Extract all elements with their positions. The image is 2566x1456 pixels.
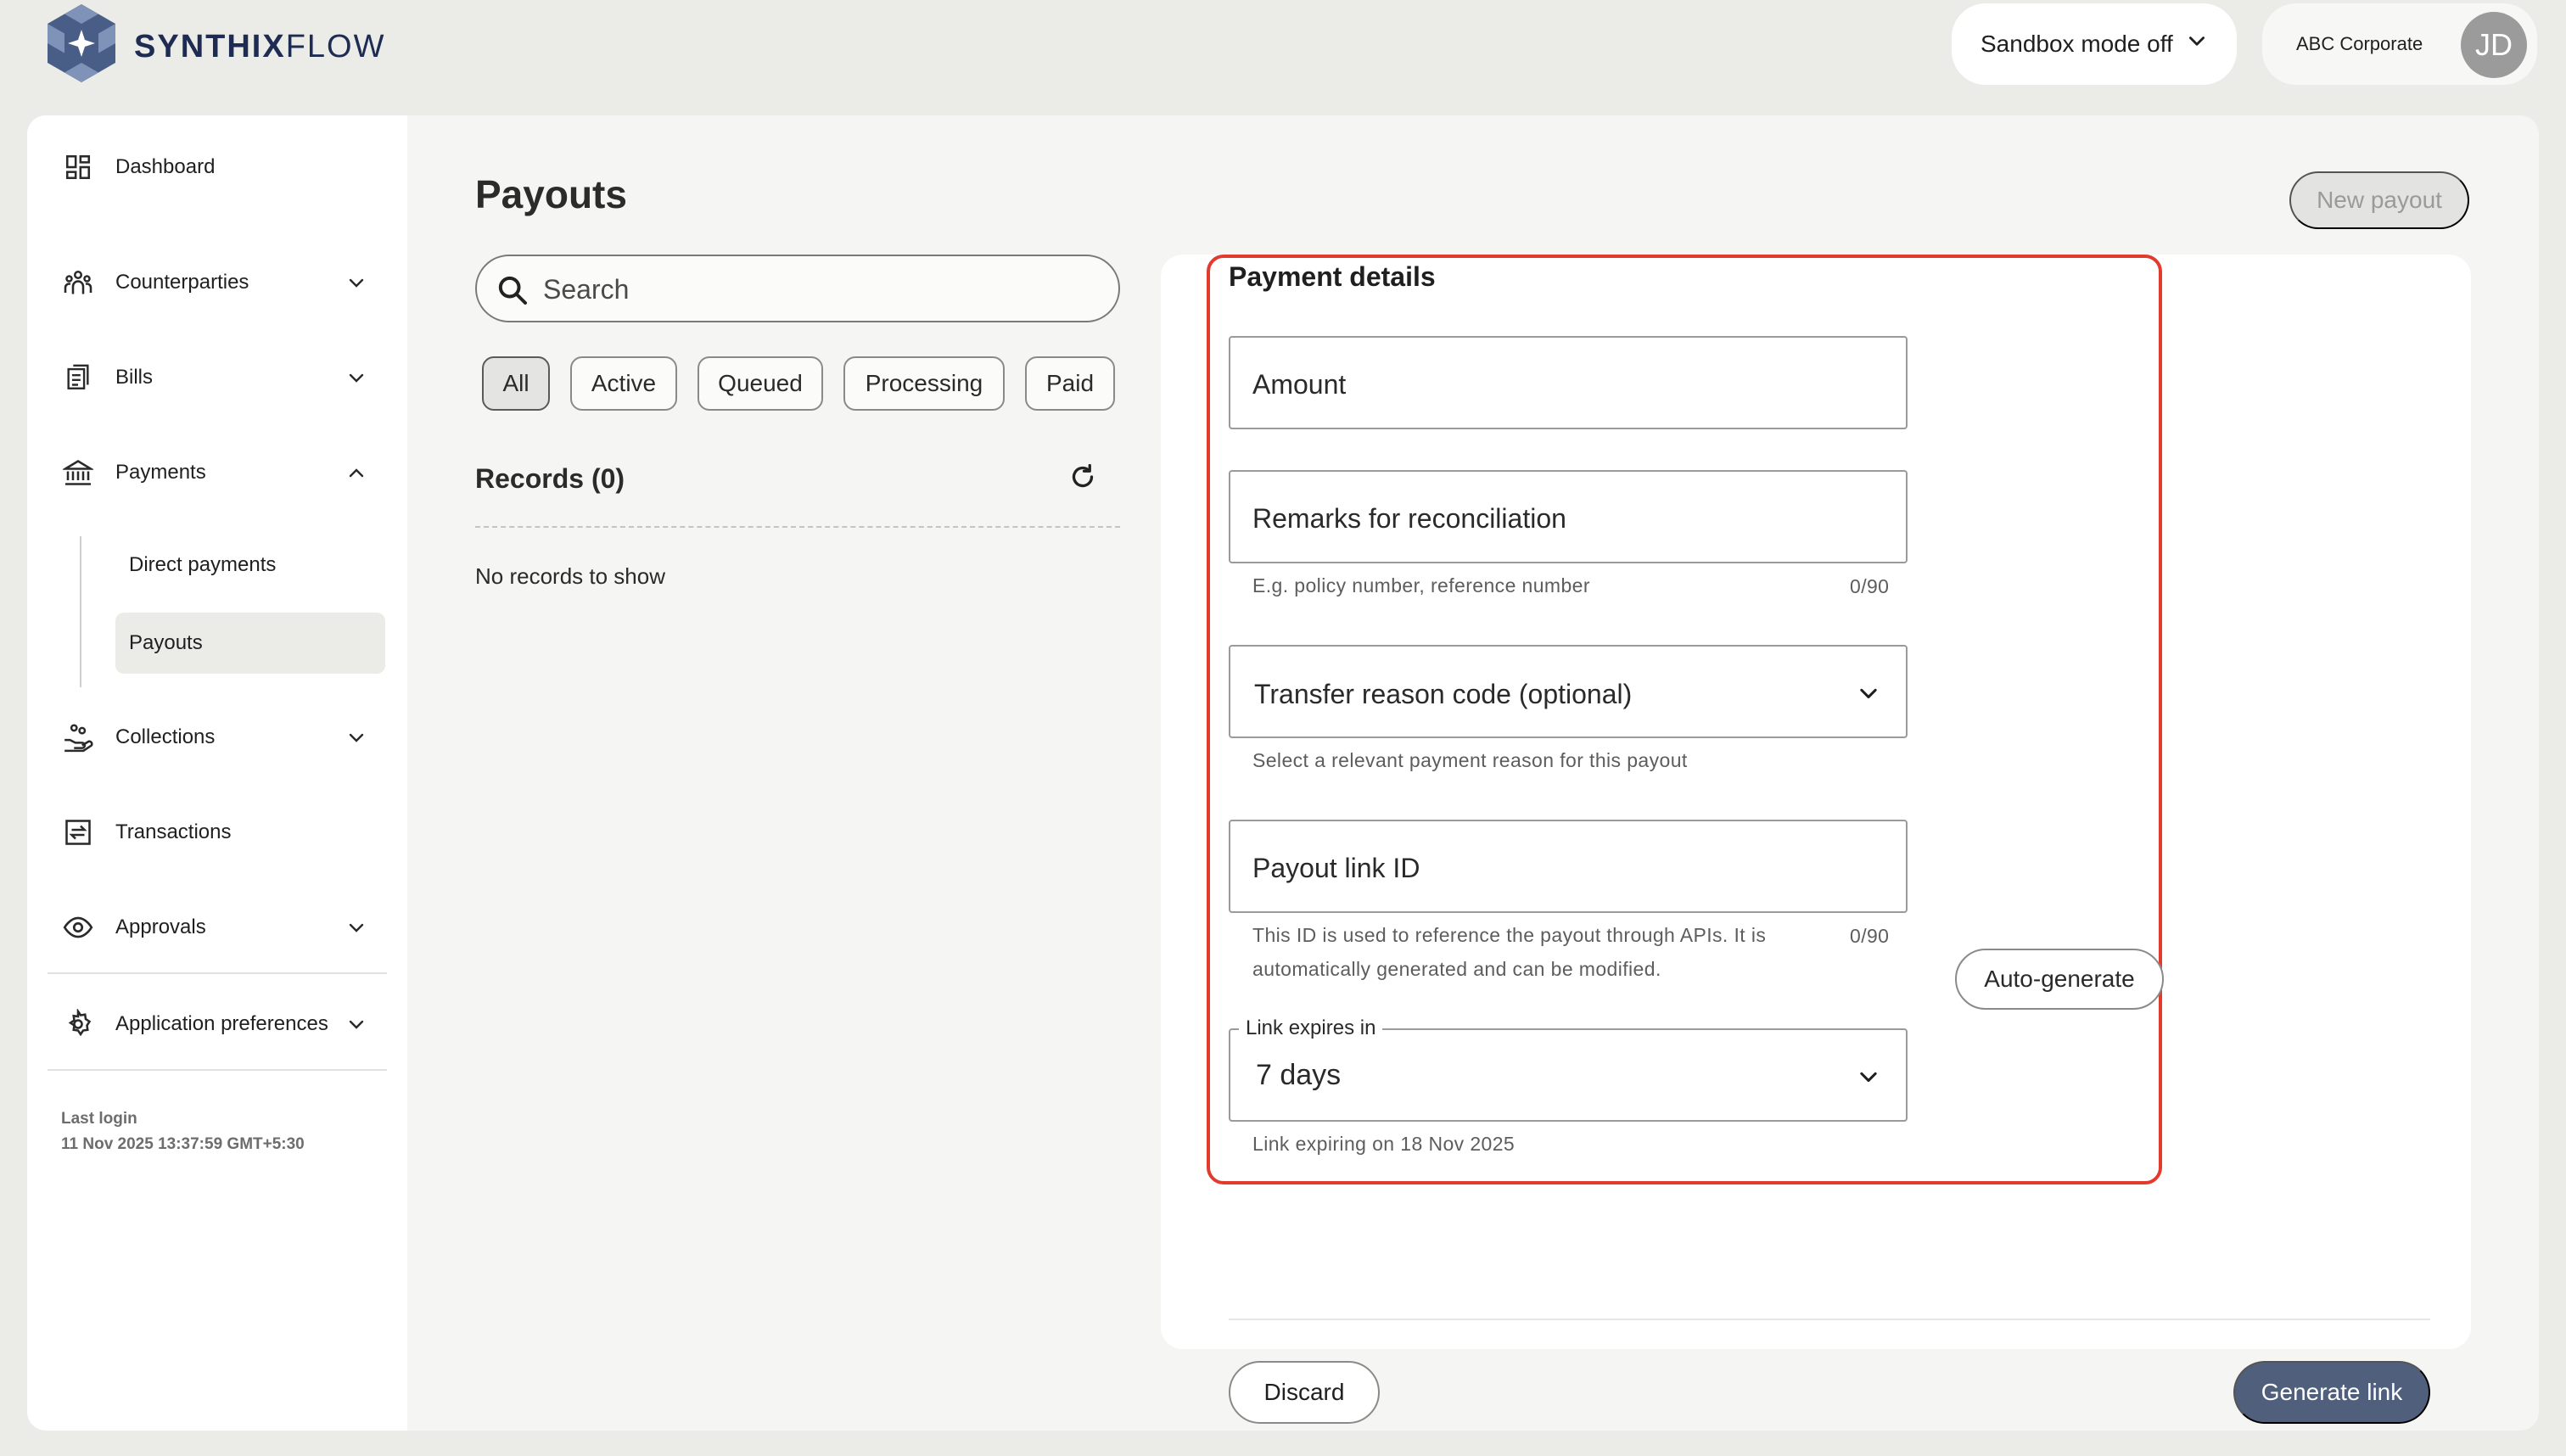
new-payout-button[interactable]: New payout <box>2289 171 2469 229</box>
payout-link-char-counter: 0/90 <box>1850 925 1890 947</box>
sidebar-divider <box>48 972 387 974</box>
sidebar-subitem-label: Direct payments <box>129 553 277 576</box>
transfer-reason-select[interactable]: Transfer reason code (optional) <box>1229 645 1908 738</box>
link-expiry-label: Link expires in <box>1239 1016 1383 1040</box>
account-name: ABC Corporate <box>2296 33 2423 54</box>
settings-gear-icon <box>61 1007 95 1041</box>
search-input[interactable] <box>543 268 1086 311</box>
sidebar-item-application-preferences[interactable]: Application preferences <box>27 994 407 1054</box>
last-login-info: Last login 11 Nov 2025 13:37:59 GMT+5:30 <box>61 1106 305 1157</box>
link-expiry-helper-text: Link expiring on 18 Nov 2025 <box>1252 1133 1516 1155</box>
helper-line: automatically generated and can be modif… <box>1252 958 1661 980</box>
sidebar-item-label: Payments <box>115 461 206 484</box>
sidebar-item-bills[interactable]: Bills <box>27 348 407 407</box>
payout-link-helper-text: This ID is used to reference the payout … <box>1252 918 1766 986</box>
sidebar-item-direct-payments[interactable]: Direct payments <box>115 535 385 596</box>
sidebar-subitem-label: Payouts <box>129 631 203 654</box>
amount-field[interactable] <box>1229 336 1908 429</box>
filter-chip-all[interactable]: All <box>482 356 550 411</box>
link-expiry-select[interactable]: Link expires in 7 days <box>1229 1016 1908 1122</box>
remarks-char-counter: 0/90 <box>1850 575 1890 597</box>
chevron-down-icon <box>1860 1072 1877 1083</box>
empty-state-text: No records to show <box>475 563 665 589</box>
eye-check-icon <box>61 910 95 944</box>
sidebar-item-label: Counterparties <box>115 271 249 294</box>
avatar[interactable]: JD <box>2461 12 2527 78</box>
search-box <box>475 255 1120 322</box>
sidebar-item-counterparties[interactable]: Counterparties <box>27 253 407 312</box>
bank-icon <box>61 456 95 490</box>
chevron-down-icon <box>349 923 364 932</box>
sidebar-item-label: Dashboard <box>115 155 216 178</box>
chevron-down-icon <box>1860 688 1877 699</box>
submenu-guide-line <box>80 536 81 687</box>
filter-chip-active[interactable]: Active <box>570 356 677 411</box>
transfer-reason-label: Transfer reason code (optional) <box>1254 679 1633 709</box>
sidebar: Dashboard Counterparties Bills Payments <box>27 115 407 1431</box>
payout-link-id-field[interactable] <box>1229 820 1908 913</box>
discard-button[interactable]: Discard <box>1229 1361 1380 1424</box>
payment-details-title: Payment details <box>1229 261 1436 292</box>
chevron-down-icon <box>349 373 364 383</box>
link-expiry-value: 7 days <box>1256 1059 1342 1091</box>
panel-footer-divider <box>1229 1319 2430 1320</box>
sidebar-item-label: Transactions <box>115 820 232 843</box>
sandbox-mode-dropdown[interactable]: Sandbox mode off <box>1952 3 2237 85</box>
sidebar-item-label: Collections <box>115 725 216 748</box>
records-divider <box>475 526 1120 528</box>
last-login-value: 11 Nov 2025 13:37:59 GMT+5:30 <box>61 1135 305 1153</box>
app-shell: Dashboard Counterparties Bills Payments <box>27 115 2539 1431</box>
chevron-down-icon <box>349 733 364 742</box>
account-menu[interactable]: ABC Corporate JD <box>2262 3 2537 85</box>
sidebar-item-payments[interactable]: Payments <box>27 443 407 502</box>
transfer-reason-helper-text: Select a relevant payment reason for thi… <box>1252 749 1688 771</box>
sidebar-item-payouts[interactable]: Payouts <box>115 613 385 674</box>
filter-chip-paid[interactable]: Paid <box>1025 356 1115 411</box>
search-icon <box>498 276 527 305</box>
helper-line: This ID is used to reference the payout … <box>1252 924 1767 946</box>
remarks-input[interactable] <box>1252 497 1863 540</box>
hexagon-logo-icon <box>48 4 115 82</box>
amount-input[interactable] <box>1252 363 1863 406</box>
brand-name: SYNTHIXFLOW <box>134 28 386 64</box>
sidebar-item-label: Approvals <box>115 916 206 938</box>
sandbox-mode-label: Sandbox mode off <box>1981 31 2173 57</box>
sidebar-item-label: Application preferences <box>115 1012 328 1035</box>
chevron-up-icon <box>349 468 364 478</box>
sidebar-item-label: Bills <box>115 366 154 389</box>
sidebar-item-dashboard[interactable]: Dashboard <box>27 137 407 197</box>
remarks-helper-text: E.g. policy number, reference number <box>1252 574 1590 596</box>
people-icon <box>61 266 95 300</box>
sidebar-item-collections[interactable]: Collections <box>27 708 407 767</box>
page-title: Payouts <box>475 172 627 216</box>
chevron-down-icon <box>349 278 364 288</box>
records-title: Records (0) <box>475 463 625 494</box>
filter-chip-queued[interactable]: Queued <box>698 356 823 411</box>
brand-logo[interactable]: SYNTHIXFLOW <box>37 0 385 93</box>
sidebar-item-approvals[interactable]: Approvals <box>27 898 407 957</box>
bills-icon <box>61 361 95 395</box>
dashboard-icon <box>61 150 95 184</box>
collections-icon <box>61 720 95 754</box>
last-login-label: Last login <box>61 1110 137 1128</box>
chevron-down-icon <box>349 1020 364 1029</box>
sidebar-item-transactions[interactable]: Transactions <box>27 803 407 862</box>
chevron-down-icon <box>2189 36 2205 46</box>
generate-link-button[interactable]: Generate link <box>2233 1361 2430 1424</box>
filter-chip-processing[interactable]: Processing <box>843 356 1005 411</box>
transactions-icon <box>61 815 95 849</box>
refresh-icon[interactable] <box>1067 462 1098 492</box>
remarks-field[interactable] <box>1229 470 1908 563</box>
auto-generate-button[interactable]: Auto-generate <box>1955 949 2164 1010</box>
sidebar-divider <box>48 1069 387 1071</box>
payout-link-id-input[interactable] <box>1252 847 1863 889</box>
